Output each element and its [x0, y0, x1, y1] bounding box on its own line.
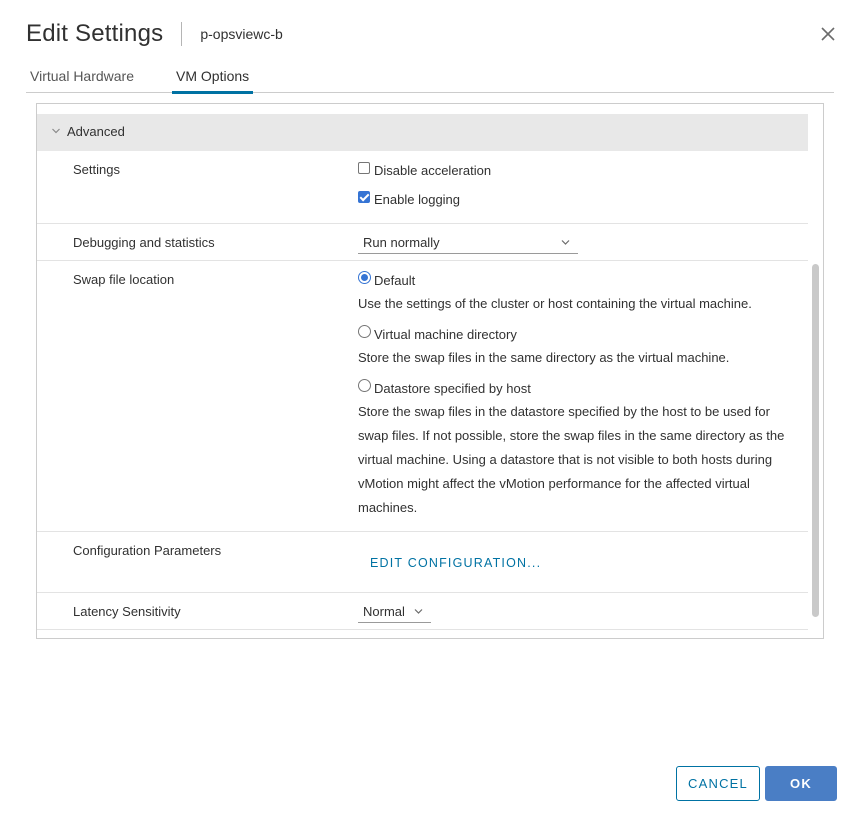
dialog-header: Edit Settings p-opsviewc-b [26, 18, 283, 50]
close-icon[interactable] [818, 24, 838, 44]
section-header-advanced[interactable]: Advanced [37, 114, 808, 151]
config-params-row: Configuration Parameters EDIT CONFIGURAT… [37, 532, 808, 593]
swap-vm-directory-radio[interactable] [358, 325, 371, 338]
config-params-label: Configuration Parameters [73, 543, 222, 558]
title-divider [181, 22, 183, 46]
swap-vm-directory-desc: Store the swap files in the same directo… [358, 350, 730, 365]
swap-file-row: Swap file location Default Use the setti… [37, 261, 808, 532]
swap-file-label: Swap file location [73, 272, 175, 287]
options-panel: Advanced Settings Disable acceleration E… [36, 103, 824, 639]
latency-select[interactable]: Normal [358, 603, 431, 623]
debugging-select[interactable]: Run normally [358, 234, 578, 254]
debugging-row: Debugging and statistics Run normally [37, 224, 808, 261]
swap-default-desc: Use the settings of the cluster or host … [358, 296, 752, 311]
debugging-label: Debugging and statistics [73, 235, 215, 250]
tab-bar: Virtual Hardware VM Options [26, 66, 834, 94]
swap-vm-directory-label[interactable]: Virtual machine directory [374, 327, 517, 342]
enable-logging-checkbox[interactable] [358, 191, 370, 203]
swap-datastore-radio[interactable] [358, 379, 371, 392]
settings-row: Settings Disable acceleration Enable log… [37, 151, 808, 224]
edit-configuration-button[interactable]: EDIT CONFIGURATION... [370, 556, 541, 570]
chevron-down-icon [414, 609, 423, 614]
latency-label: Latency Sensitivity [73, 604, 181, 619]
settings-label: Settings [73, 162, 120, 177]
chevron-down-icon [52, 128, 60, 134]
section-title: Advanced [67, 124, 125, 139]
swap-default-radio[interactable] [358, 271, 371, 284]
latency-select-value: Normal [363, 604, 405, 619]
disable-acceleration-label[interactable]: Disable acceleration [374, 163, 491, 178]
swap-datastore-desc: Store the swap files in the datastore sp… [358, 404, 785, 515]
cancel-button[interactable]: CANCEL [676, 766, 760, 801]
panel-scrollbar[interactable] [812, 264, 819, 617]
tab-vm-options[interactable]: VM Options [172, 66, 254, 94]
swap-default-label[interactable]: Default [374, 273, 415, 288]
vm-name: p-opsviewc-b [200, 26, 283, 42]
dialog-title: Edit Settings [26, 20, 164, 47]
debugging-select-value: Run normally [363, 235, 440, 250]
disable-acceleration-checkbox[interactable] [358, 162, 370, 174]
enable-logging-label[interactable]: Enable logging [374, 192, 460, 207]
ok-button[interactable]: OK [765, 766, 837, 801]
tab-virtual-hardware[interactable]: Virtual Hardware [26, 66, 138, 93]
chevron-down-icon [561, 240, 570, 245]
latency-row: Latency Sensitivity Normal [37, 593, 808, 630]
swap-datastore-label[interactable]: Datastore specified by host [374, 381, 531, 396]
